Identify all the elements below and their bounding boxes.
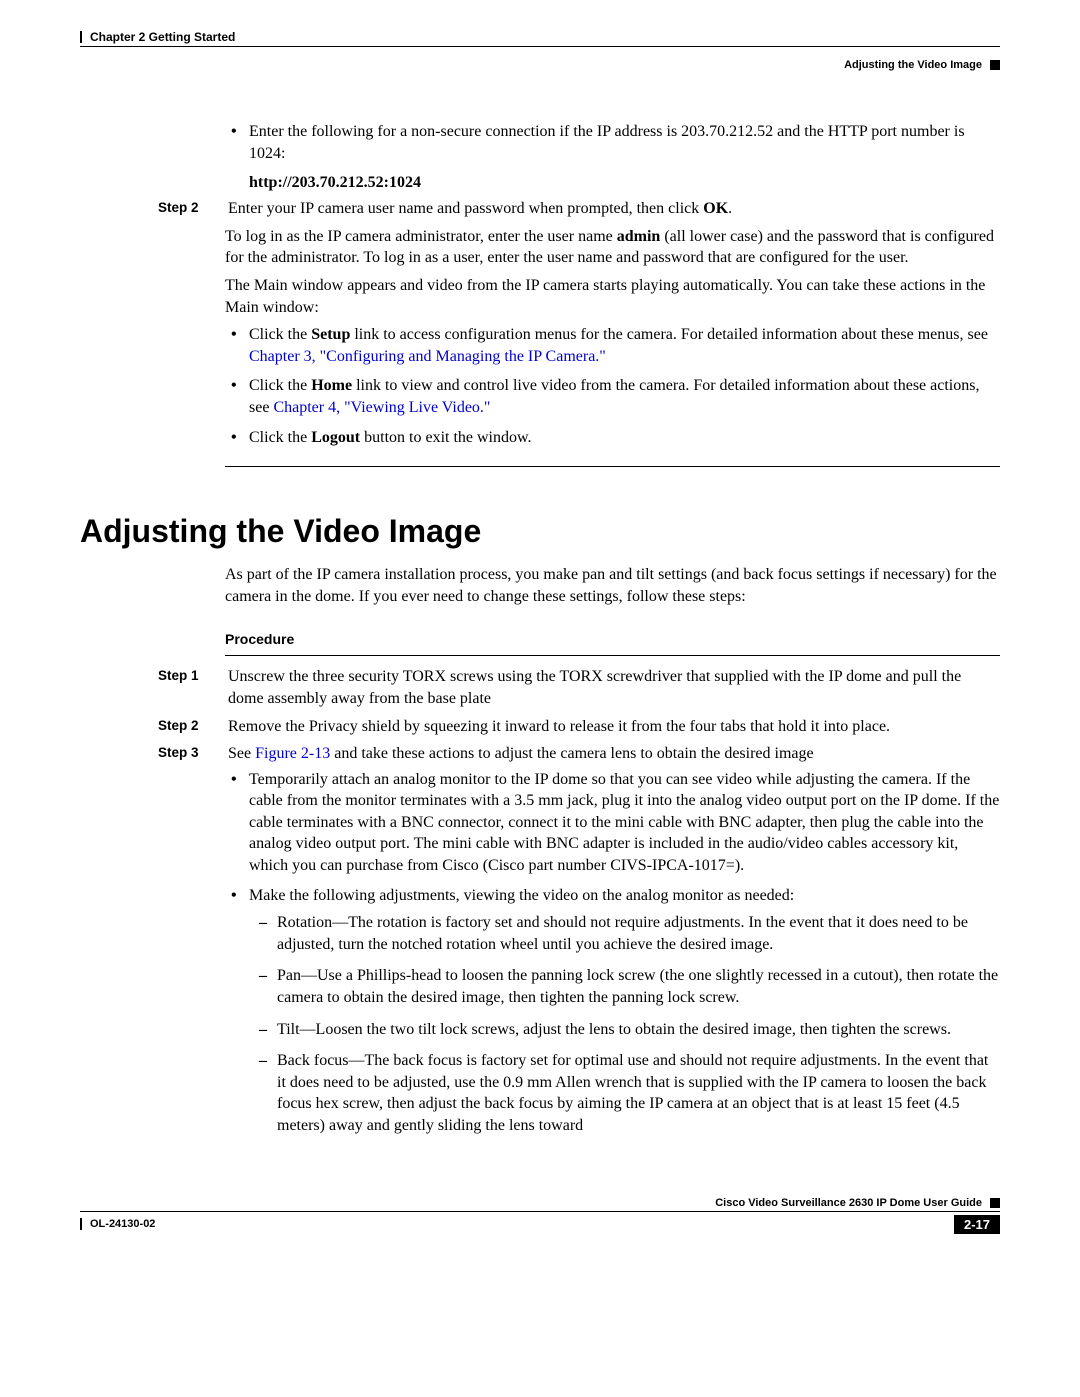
setup-word: Setup [311,326,350,343]
chapter3-link[interactable]: Chapter 3, "Configuring and Managing the… [249,348,606,365]
header-bar-icon [80,31,82,43]
step3-text-a: See [228,745,255,762]
step1-text: Unscrew the three security TORX screws u… [228,666,1000,709]
main-window-para: The Main window appears and video from t… [225,275,1000,318]
page-number: 2-17 [954,1215,1000,1234]
tilt-item: Tilt—Loosen the two tilt lock screws, ad… [277,1019,1000,1041]
adjust-bullet: Make the following adjustments, viewing … [249,885,1000,1137]
home-word: Home [311,377,352,394]
header-topic: Adjusting the Video Image [844,59,982,71]
rotation-item: Rotation—The rotation is factory set and… [277,912,1000,955]
ok-label: OK [703,200,728,217]
step3-text-b: and take these actions to adjust the cam… [330,745,813,762]
text: Click the [249,377,311,394]
pan-item: Pan—Use a Phillips-head to loosen the pa… [277,965,1000,1008]
step-text-tail: . [728,200,732,217]
intro-bullet: Enter the following for a non-secure con… [249,121,1000,164]
admin-para-a: To log in as the IP camera administrator… [225,228,617,245]
admin-word: admin [617,228,661,245]
footer-doc-number: OL-24130-02 [90,1218,155,1230]
backfocus-item: Back focus—The back focus is factory set… [277,1050,1000,1136]
home-bullet: Click the Home link to view and control … [249,375,1000,418]
footer-bar-icon [80,1218,82,1230]
step-text: Enter your IP camera user name and passw… [228,200,703,217]
section-heading: Adjusting the Video Image [80,513,1000,550]
logout-bullet: Click the Logout button to exit the wind… [249,427,1000,449]
text: button to exit the window. [360,429,531,446]
bnc-bullet: Temporarily attach an analog monitor to … [249,769,1000,877]
example-url: http://203.70.212.52:1024 [249,174,1000,192]
figure-link[interactable]: Figure 2-13 [255,745,330,762]
chapter-label: Chapter 2 Getting Started [90,30,235,44]
footer-square-icon [990,1198,1000,1208]
text: Click the [249,326,311,343]
step2-text: Remove the Privacy shield by squeezing i… [228,716,1000,738]
footer-guide-title: Cisco Video Surveillance 2630 IP Dome Us… [715,1197,982,1209]
header-square-icon [990,60,1000,70]
section-intro: As part of the IP camera installation pr… [225,564,1000,607]
step-label: Step 2 [158,198,228,215]
text: link to access configuration menus for t… [350,326,988,343]
step-label: Step 2 [158,716,228,733]
header-rule [80,46,1000,47]
setup-bullet: Click the Setup link to access configura… [249,324,1000,367]
text: Click the [249,429,311,446]
header-row: Chapter 2 Getting Started [80,30,1000,44]
section-divider [225,466,1000,467]
footer-rule [80,1211,1000,1212]
procedure-label: Procedure [225,631,1000,647]
chapter4-link[interactable]: Chapter 4, "Viewing Live Video." [273,399,490,416]
step-label: Step 1 [158,666,228,683]
step-label: Step 3 [158,743,228,760]
procedure-divider [225,655,1000,656]
text: Make the following adjustments, viewing … [249,887,794,904]
logout-word: Logout [311,429,360,446]
